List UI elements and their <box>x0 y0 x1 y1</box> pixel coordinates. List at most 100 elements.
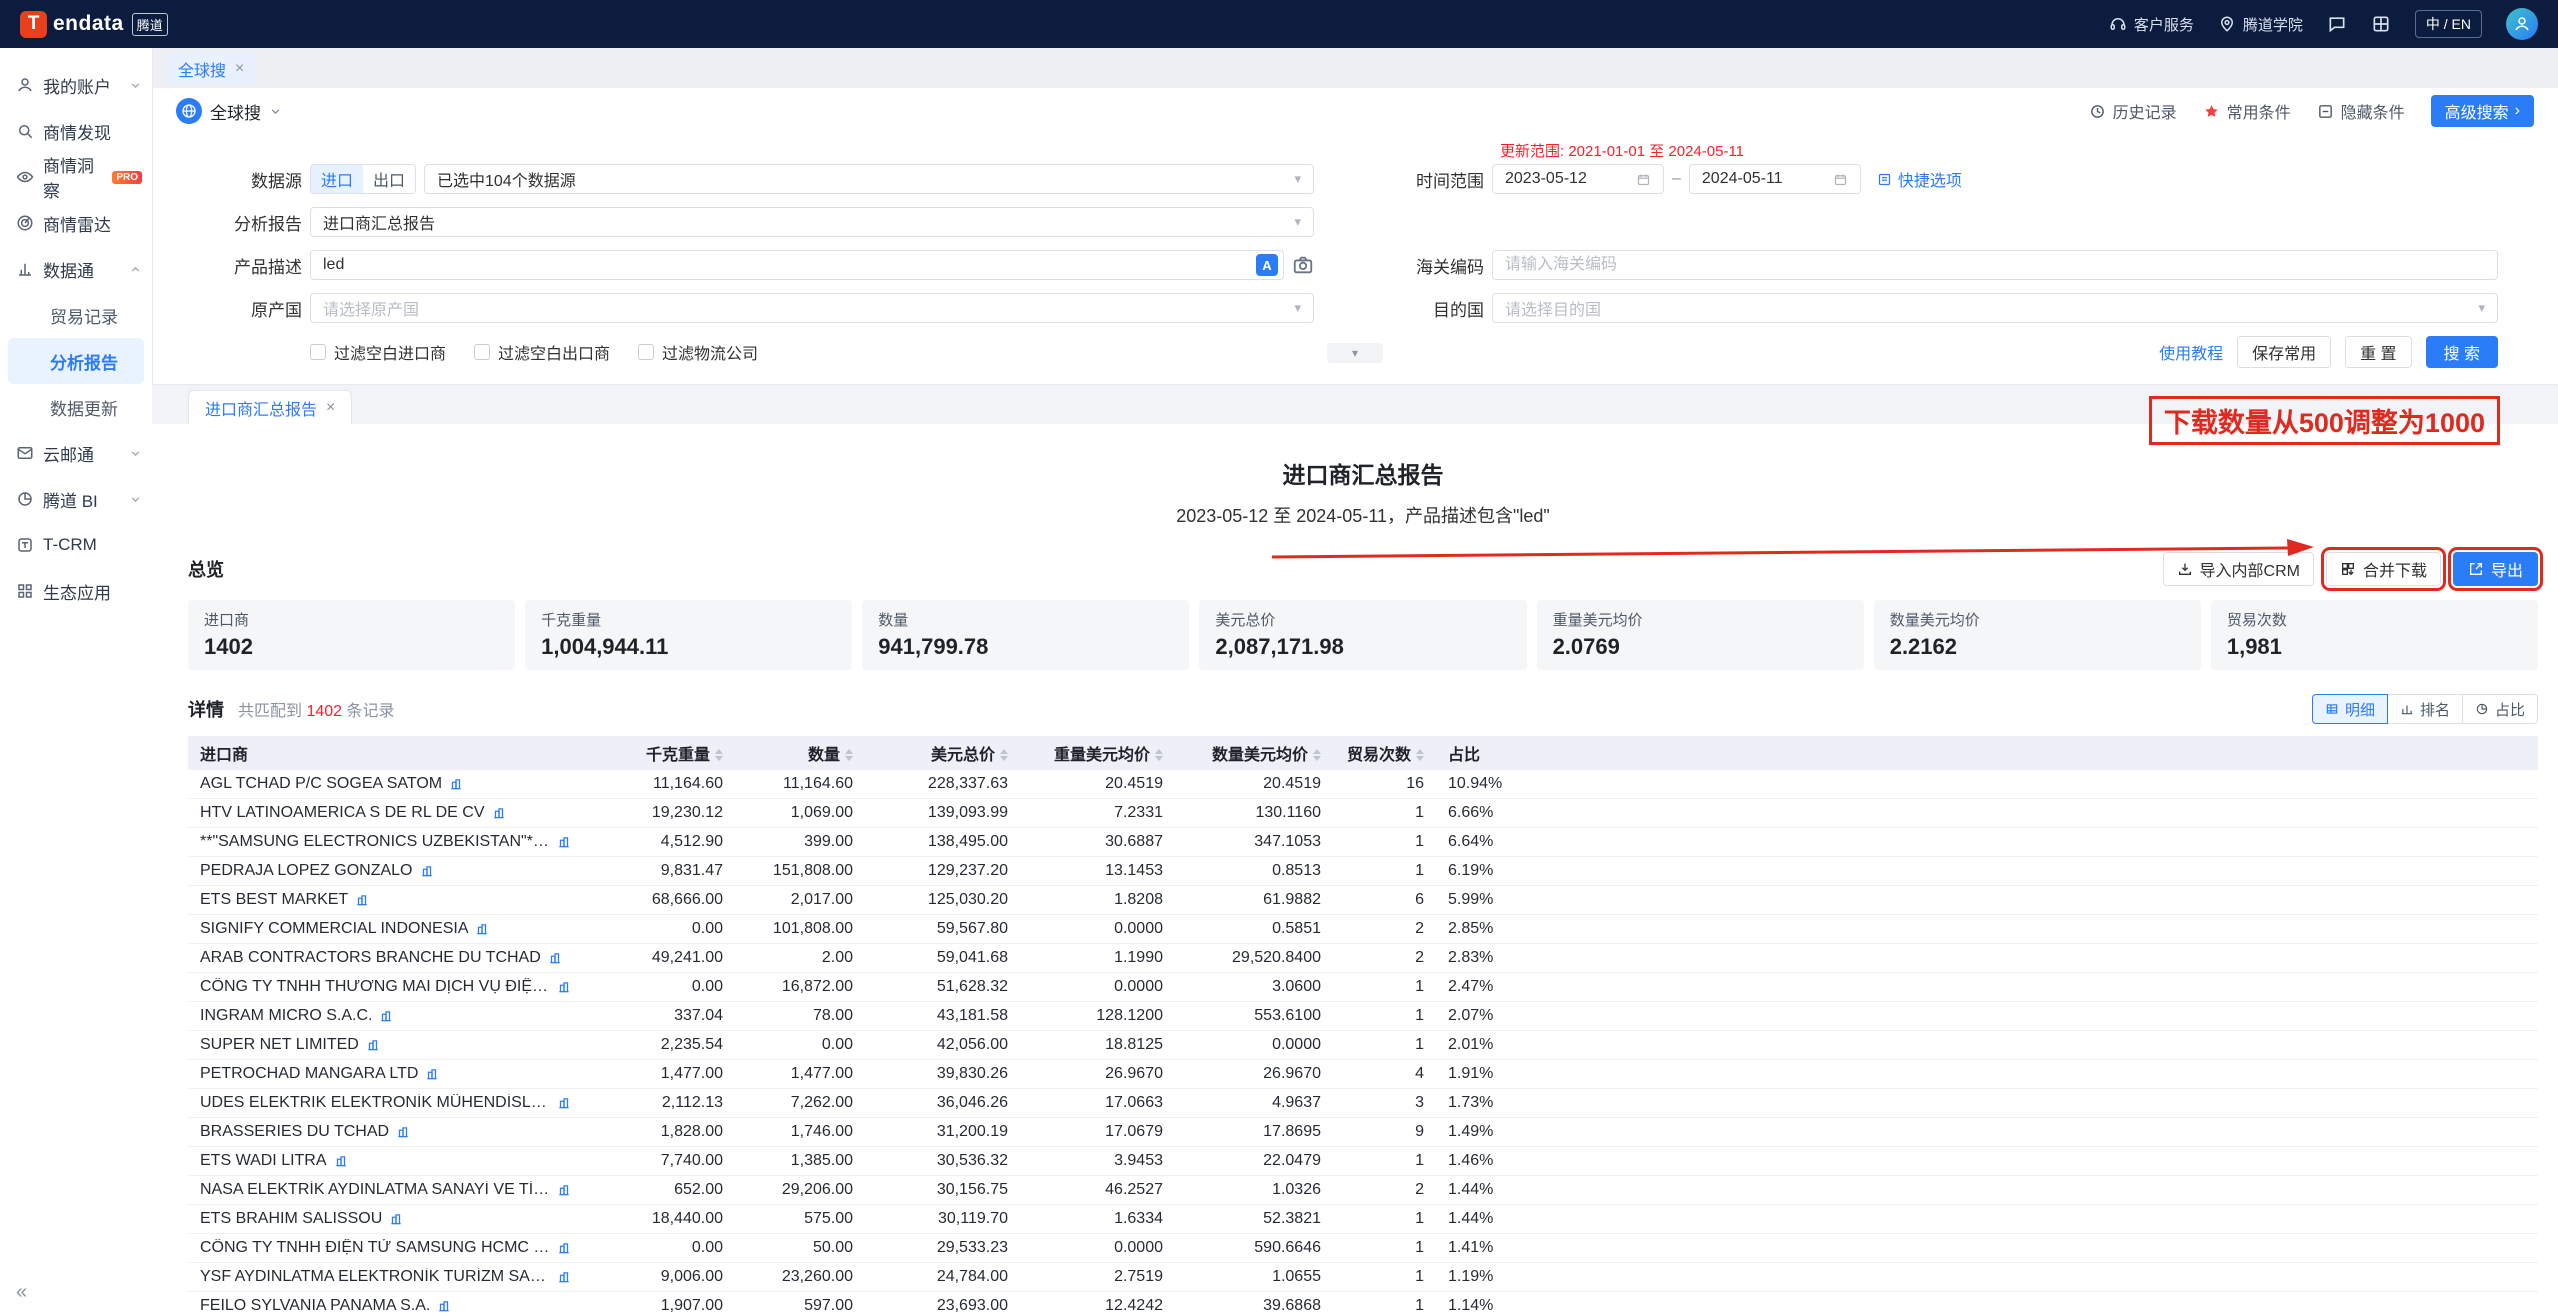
company-crm-icon[interactable] <box>557 1183 571 1197</box>
report-type-select[interactable]: 进口商汇总报告 ▾ <box>310 207 1314 237</box>
image-search-icon[interactable] <box>1292 254 1314 276</box>
sidebar-item-account[interactable]: 我的账户 <box>0 62 152 108</box>
table-row[interactable]: SIGNIFY COMMERCIAL INDONESIA 0.00101,808… <box>188 915 2538 944</box>
column-header-importer[interactable]: 进口商 <box>188 736 583 770</box>
company-crm-icon[interactable] <box>557 980 571 994</box>
product-desc-input[interactable] <box>310 250 1284 280</box>
app-launcher-icon[interactable] <box>2371 14 2391 34</box>
table-row[interactable]: NASA ELEKTRİK AYDINLATMA SANAYİ VE TİCAR… <box>188 1176 2538 1205</box>
sidebar-item-bi[interactable]: 腾道 BI <box>0 476 152 522</box>
sidebar-collapse-button[interactable]: « <box>16 1281 27 1304</box>
hide-conditions-button[interactable]: 隐藏条件 <box>2317 99 2405 123</box>
tab-importer-report[interactable]: 进口商汇总报告 × <box>188 390 352 424</box>
column-header-usd-per-qty[interactable]: 数量美元均价 <box>1175 736 1333 770</box>
favorite-conditions-button[interactable]: 常用条件 <box>2203 99 2291 123</box>
close-icon[interactable]: × <box>326 399 335 417</box>
reset-button[interactable]: 重 置 <box>2345 336 2411 368</box>
table-row[interactable]: **"SAMSUNG ELECTRONICS UZBEKISTAN"** mas… <box>188 828 2538 857</box>
column-header-usd-per-kg[interactable]: 重量美元均价 <box>1020 736 1175 770</box>
import-crm-button[interactable]: 导入内部CRM <box>2163 552 2314 586</box>
company-crm-icon[interactable] <box>396 1125 410 1139</box>
table-row[interactable]: HTV LATINOAMERICA S DE RL DE CV 19,230.1… <box>188 799 2538 828</box>
table-row[interactable]: SUPER NET LIMITED 2,235.540.0042,056.001… <box>188 1031 2538 1060</box>
customer-service-link[interactable]: 客户服务 <box>2109 14 2194 35</box>
advanced-search-button[interactable]: 高级搜索 › <box>2431 95 2534 127</box>
sidebar-item-radar[interactable]: 商情雷达 <box>0 200 152 246</box>
import-toggle[interactable]: 进口 <box>311 165 363 193</box>
company-crm-icon[interactable] <box>557 1270 571 1284</box>
tutorial-link[interactable]: 使用教程 <box>2159 340 2223 364</box>
table-row[interactable]: UDES ELEKTRIK ELEKTRONİK MÜHENDİSLİK SAN… <box>188 1089 2538 1118</box>
table-row[interactable]: ETS WADI LITRA 7,740.001,385.0030,536.32… <box>188 1147 2538 1176</box>
chat-icon[interactable] <box>2327 14 2347 34</box>
checkbox-icon[interactable] <box>638 344 654 360</box>
datasource-select[interactable]: 已选中104个数据源 ▾ <box>424 164 1314 194</box>
history-button[interactable]: 历史记录 <box>2089 99 2177 123</box>
table-row[interactable]: CÔNG TY TNHH THƯƠNG MAI DỊCH VỤ ĐIỆN MẠN… <box>188 973 2538 1002</box>
sidebar-item-insight[interactable]: 商情洞察 PRO <box>0 154 152 200</box>
quick-options-link[interactable]: 快捷选项 <box>1877 167 1962 191</box>
sidebar-item-mail[interactable]: 云邮通 <box>0 430 152 476</box>
filter-checkbox[interactable]: 过滤空白进口商 <box>310 340 446 364</box>
merge-download-button[interactable]: 合并下载 <box>2326 552 2441 586</box>
search-scope-select[interactable]: 全球搜 <box>176 98 282 124</box>
table-row[interactable]: ETS BEST MARKET 68,666.002,017.00125,030… <box>188 886 2538 915</box>
company-crm-icon[interactable] <box>379 1009 393 1023</box>
save-conditions-button[interactable]: 保存常用 <box>2237 336 2331 368</box>
table-row[interactable]: BRASSERIES DU TCHAD 1,828.001,746.0031,2… <box>188 1118 2538 1147</box>
sidebar-item-analysis-report[interactable]: 分析报告 <box>8 338 144 384</box>
hs-code-input[interactable] <box>1492 250 2498 280</box>
sort-icon[interactable] <box>845 745 853 765</box>
close-icon[interactable]: × <box>235 60 244 78</box>
table-row[interactable]: PETROCHAD MANGARA LTD 1,477.001,477.0039… <box>188 1060 2538 1089</box>
company-crm-icon[interactable] <box>437 1299 451 1313</box>
checkbox-icon[interactable] <box>310 344 326 360</box>
company-crm-icon[interactable] <box>449 777 463 791</box>
avatar[interactable] <box>2506 8 2538 40</box>
sidebar-item-data-update[interactable]: 数据更新 <box>0 384 152 430</box>
column-header-share[interactable]: 占比 <box>1436 736 2538 770</box>
origin-country-select[interactable]: 请选择原产国 ▾ <box>310 293 1314 323</box>
language-toggle[interactable]: 中 / EN <box>2415 10 2482 38</box>
company-crm-icon[interactable] <box>425 1067 439 1081</box>
view-mode-share[interactable]: 占比 <box>2463 694 2538 724</box>
company-crm-icon[interactable] <box>557 1096 571 1110</box>
company-crm-icon[interactable] <box>420 864 434 878</box>
search-button[interactable]: 搜 索 <box>2426 336 2498 368</box>
sort-icon[interactable] <box>715 745 723 765</box>
view-mode-rank[interactable]: 排名 <box>2388 694 2463 724</box>
column-header-weight[interactable]: 千克重量 <box>583 736 735 770</box>
table-row[interactable]: YSF AYDINLATMA ELEKTRONİK TURİZM SANAYİ … <box>188 1263 2538 1292</box>
tab-global-search[interactable]: 全球搜 × <box>166 53 256 84</box>
company-crm-icon[interactable] <box>334 1154 348 1168</box>
date-to-picker[interactable]: 2024-05-11 <box>1689 164 1861 194</box>
sidebar-item-trade-records[interactable]: 贸易记录 <box>0 292 152 338</box>
filter-checkbox[interactable]: 过滤空白出口商 <box>474 340 610 364</box>
company-crm-icon[interactable] <box>355 893 369 907</box>
collapse-form-button[interactable]: ▾ <box>1327 343 1383 363</box>
sidebar-item-discovery[interactable]: 商情发现 <box>0 108 152 154</box>
table-row[interactable]: ETS BRAHIM SALISSOU 18,440.00575.0030,11… <box>188 1205 2538 1234</box>
table-row[interactable]: ARAB CONTRACTORS BRANCHE DU TCHAD 49,241… <box>188 944 2538 973</box>
table-row[interactable]: PEDRAJA LOPEZ GONZALO 9,831.47151,808.00… <box>188 857 2538 886</box>
company-crm-icon[interactable] <box>366 1038 380 1052</box>
dest-country-select[interactable]: 请选择目的国 ▾ <box>1492 293 2498 323</box>
translate-icon[interactable]: A <box>1256 254 1278 276</box>
export-button[interactable]: 导出 <box>2453 552 2538 586</box>
company-crm-icon[interactable] <box>557 1241 571 1255</box>
company-crm-icon[interactable] <box>557 835 571 849</box>
filter-checkbox[interactable]: 过滤物流公司 <box>638 340 758 364</box>
company-crm-icon[interactable] <box>475 922 489 936</box>
column-header-trade-count[interactable]: 贸易次数 <box>1333 736 1436 770</box>
company-crm-icon[interactable] <box>492 806 506 820</box>
sort-icon[interactable] <box>1313 745 1321 765</box>
sidebar-item-data[interactable]: 数据通 <box>0 246 152 292</box>
company-crm-icon[interactable] <box>548 951 562 965</box>
academy-link[interactable]: 腾道学院 <box>2218 14 2303 35</box>
table-row[interactable]: FEILO SYLVANIA PANAMA S.A. 1,907.00597.0… <box>188 1292 2538 1314</box>
sort-icon[interactable] <box>1155 745 1163 765</box>
sort-icon[interactable] <box>1416 745 1424 765</box>
table-row[interactable]: AGL TCHAD P/C SOGEA SATOM 11,164.6011,16… <box>188 770 2538 799</box>
table-row[interactable]: CÔNG TY TNHH ĐIỆN TỬ SAMSUNG HCMC CE COM… <box>188 1234 2538 1263</box>
sidebar-item-tcrm[interactable]: T-CRM <box>0 522 152 568</box>
